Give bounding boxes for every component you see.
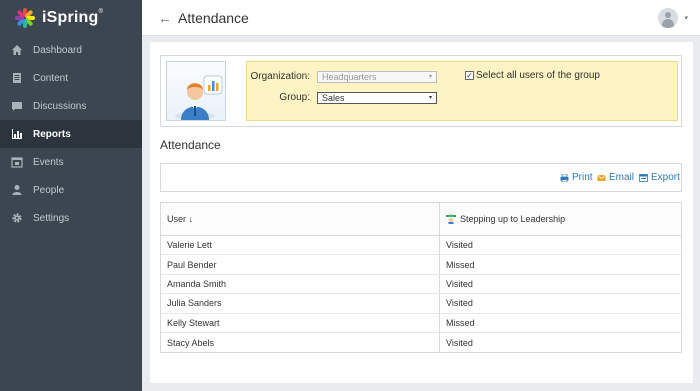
sidebar-item-dashboard[interactable]: Dashboard <box>0 36 142 64</box>
back-arrow-icon[interactable]: ← <box>158 10 172 26</box>
chevron-down-icon[interactable]: ▾ <box>684 14 688 22</box>
print-icon <box>560 173 569 182</box>
report-illustration-icon <box>166 61 226 121</box>
user-cell: Amanda Smith <box>161 274 440 294</box>
sidebar-item-label: Discussions <box>33 100 87 112</box>
sidebar-item-label: Settings <box>33 212 70 224</box>
course-icon <box>446 214 456 224</box>
sidebar: iSpring® Dashboard Content Discussions R… <box>0 0 142 391</box>
organization-select[interactable]: Headquarters ▾ <box>317 71 437 83</box>
person-icon <box>11 184 23 196</box>
table-row[interactable]: Valerie Lett Visited <box>161 236 681 256</box>
table-header: User ↓ Stepping up to Leadership <box>161 203 681 236</box>
logo-text: iSpring® <box>42 9 104 26</box>
user-cell: Paul Bender <box>161 255 440 274</box>
status-cell: Visited <box>446 240 473 251</box>
sidebar-item-label: Reports <box>33 128 71 140</box>
attendance-table: User ↓ Stepping up to Leadership Valerie… <box>160 202 682 354</box>
sidebar-item-label: Dashboard <box>33 44 82 56</box>
chevron-down-icon: ▾ <box>428 74 432 80</box>
email-button[interactable]: Email <box>597 172 634 183</box>
section-title: Attendance <box>160 138 221 152</box>
user-cell: Kelly Stewart <box>161 313 440 332</box>
sidebar-item-label: Events <box>33 156 64 168</box>
status-cell: Missed <box>446 259 475 270</box>
sidebar-item-label: Content <box>33 72 69 84</box>
table-row[interactable]: Paul Bender Missed <box>161 255 681 275</box>
export-icon <box>639 173 648 182</box>
table-row[interactable]: Stacy Abels Visited <box>161 332 681 353</box>
gear-icon <box>11 212 23 224</box>
sidebar-item-label: People <box>33 184 65 196</box>
sidebar-item-content[interactable]: Content <box>0 64 142 92</box>
chevron-down-icon: ▾ <box>428 95 432 101</box>
sidebar-item-discussions[interactable]: Discussions <box>0 92 142 120</box>
sidebar-item-reports[interactable]: Reports <box>0 120 142 148</box>
home-icon <box>11 44 23 56</box>
page-title: Attendance <box>178 9 249 26</box>
document-icon <box>11 72 23 84</box>
page-header: ← Attendance ▾ <box>142 0 700 36</box>
sidebar-item-events[interactable]: Events <box>0 148 142 176</box>
avatar[interactable] <box>658 8 678 28</box>
user-cell: Julia Sanders <box>161 294 440 313</box>
bar-chart-icon <box>11 128 23 140</box>
group-select[interactable]: Sales ▾ <box>317 92 437 104</box>
table-row[interactable]: Julia Sanders Visited <box>161 294 681 314</box>
select-all-label[interactable]: Select all users of the group <box>476 70 600 81</box>
column-header-course[interactable]: Stepping up to Leadership <box>440 203 681 235</box>
group-label: Group: <box>279 92 310 103</box>
select-all-checkbox[interactable]: ✓ <box>465 71 474 80</box>
column-header-user[interactable]: User ↓ <box>161 203 440 235</box>
user-cell: Stacy Abels <box>161 332 440 353</box>
status-cell: Visited <box>446 298 473 309</box>
user-cell: Valerie Lett <box>161 236 440 255</box>
filter-box: Organization: Headquarters ▾ Group: Sale… <box>160 55 682 127</box>
filter-panel: Organization: Headquarters ▾ Group: Sale… <box>246 61 678 121</box>
organization-label: Organization: <box>250 71 310 82</box>
email-icon <box>597 174 606 182</box>
calendar-icon <box>11 156 23 168</box>
status-cell: Missed <box>446 317 475 328</box>
status-cell: Visited <box>446 337 473 348</box>
main-content: Organization: Headquarters ▾ Group: Sale… <box>150 42 693 383</box>
table-row[interactable]: Kelly Stewart Missed <box>161 313 681 333</box>
table-row[interactable]: Amanda Smith Visited <box>161 274 681 295</box>
sidebar-item-settings[interactable]: Settings <box>0 204 142 232</box>
chat-icon <box>11 100 23 112</box>
sidebar-item-people[interactable]: People <box>0 176 142 204</box>
status-cell: Visited <box>446 278 473 289</box>
ispring-logo-icon <box>14 7 36 29</box>
report-toolbar: Print Email Export <box>160 163 682 192</box>
logo[interactable]: iSpring® <box>0 0 142 36</box>
export-button[interactable]: Export <box>639 172 680 183</box>
print-button[interactable]: Print <box>560 172 593 183</box>
